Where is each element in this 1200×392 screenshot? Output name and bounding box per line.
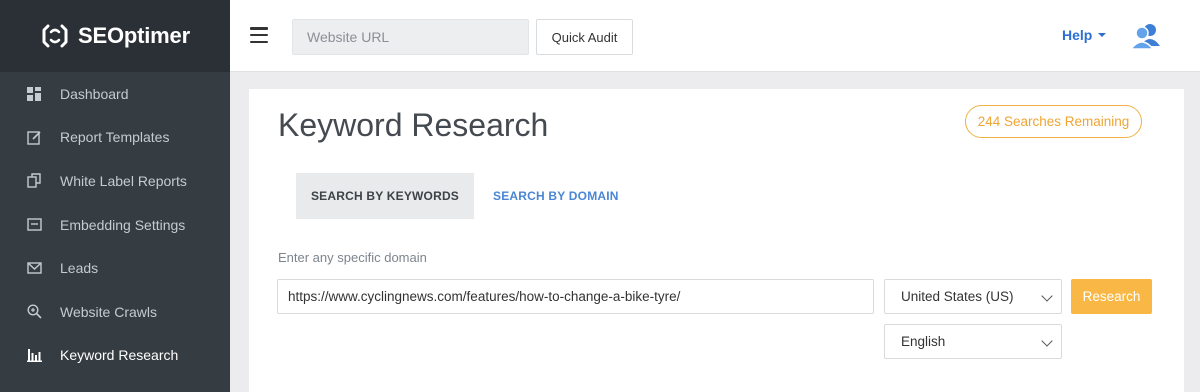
brand-name: SEOptimer [78, 23, 190, 48]
sidebar-item-label: Leads [60, 260, 99, 277]
sidebar-item-white-label-reports[interactable]: White Label Reports [0, 159, 230, 203]
copy-icon [26, 173, 42, 189]
quick-audit-button[interactable]: Quick Audit [536, 19, 633, 55]
top-bar: Quick Audit Help [230, 0, 1200, 72]
help-menu[interactable]: Help [1062, 27, 1107, 43]
sidebar-item-website-crawls[interactable]: Website Crawls [0, 290, 230, 334]
search-plus-icon [26, 304, 42, 320]
sidebar-item-label: Report Templates [60, 129, 170, 146]
domain-field-label: Enter any specific domain [278, 250, 427, 265]
sidebar-item-label: Keyword Research [60, 347, 179, 364]
country-select-value: United States (US) [901, 289, 1014, 304]
caret-down-icon [1098, 33, 1107, 37]
logo-icon [42, 24, 68, 48]
logo[interactable]: SEOptimer [0, 0, 230, 72]
menu-icon[interactable] [250, 27, 268, 43]
edit-icon [26, 129, 42, 145]
research-button[interactable]: Research [1071, 279, 1152, 314]
sidebar-item-label: Website Crawls [60, 303, 157, 320]
country-select[interactable]: United States (US) [884, 279, 1062, 314]
domain-input[interactable] [277, 279, 874, 314]
embed-icon [26, 217, 42, 233]
sidebar-item-label: Dashboard [60, 85, 129, 102]
chevron-down-icon [1041, 335, 1053, 347]
dashboard-grid-icon [26, 86, 42, 102]
website-url-input[interactable] [292, 19, 529, 55]
sidebar-item-label: Embedding Settings [60, 216, 186, 233]
chevron-down-icon [1041, 290, 1053, 302]
language-select[interactable]: English [884, 324, 1062, 359]
sidebar-item-embedding-settings[interactable]: Embedding Settings [0, 203, 230, 247]
sidebar-item-keyword-research[interactable]: Keyword Research [0, 334, 230, 378]
users-icon[interactable] [1130, 22, 1162, 50]
help-label: Help [1062, 27, 1093, 43]
sidebar: SEOptimer Dashboard Report Templates Whi… [0, 0, 230, 392]
searches-remaining-badge: 244 Searches Remaining [965, 105, 1142, 138]
sidebar-item-report-templates[interactable]: Report Templates [0, 116, 230, 160]
sidebar-item-leads[interactable]: Leads [0, 246, 230, 290]
tab-search-by-keywords[interactable]: SEARCH BY KEYWORDS [296, 173, 474, 219]
sidebar-item-dashboard[interactable]: Dashboard [0, 72, 230, 116]
sidebar-nav: Dashboard Report Templates White Label R… [0, 72, 230, 377]
tab-search-by-domain[interactable]: SEARCH BY DOMAIN [493, 173, 619, 219]
envelope-icon [26, 260, 42, 276]
page-title: Keyword Research [278, 107, 549, 143]
language-select-value: English [901, 334, 946, 349]
bar-chart-icon [26, 347, 42, 363]
keyword-research-panel: Keyword Research 244 Searches Remaining … [249, 89, 1184, 392]
sidebar-item-label: White Label Reports [60, 172, 187, 189]
